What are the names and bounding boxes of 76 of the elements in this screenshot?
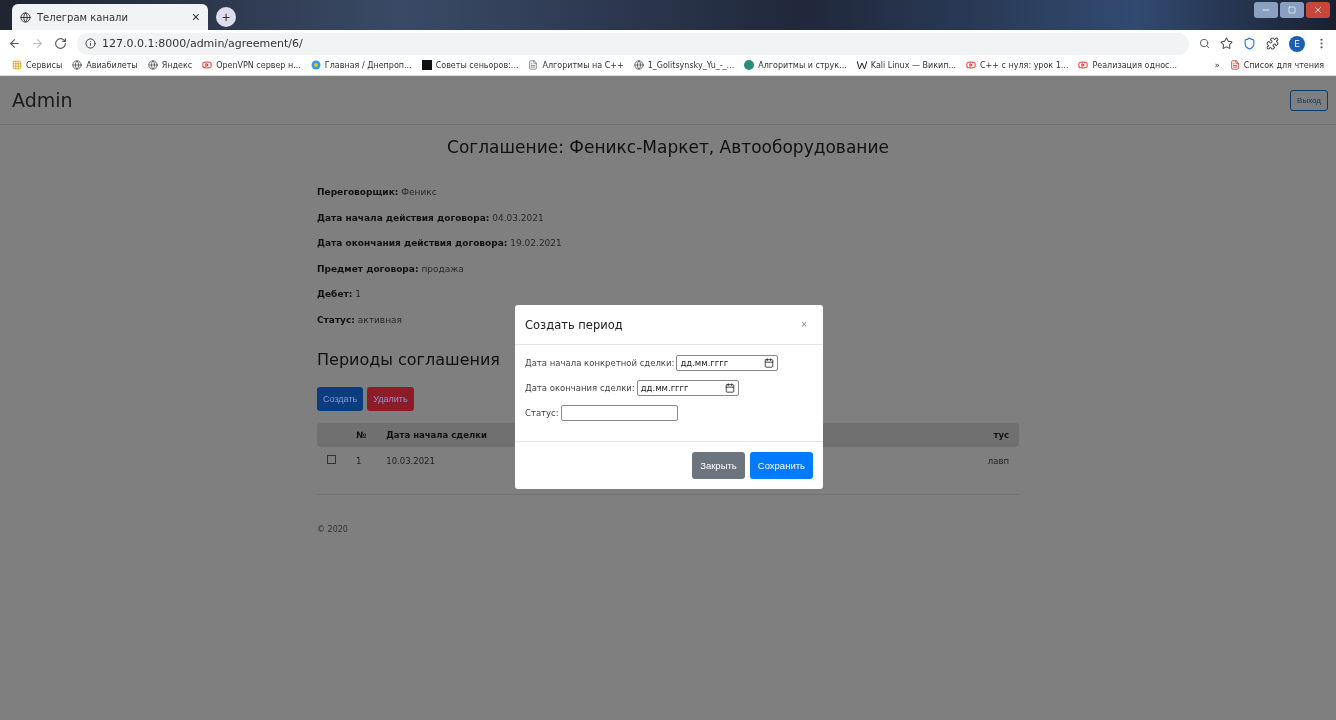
field-label: Статус: [525, 408, 559, 418]
back-icon[interactable] [8, 37, 21, 50]
globe-icon [147, 60, 158, 70]
extensions-icon[interactable] [1266, 37, 1279, 50]
profile-avatar[interactable]: E [1289, 35, 1305, 52]
create-button[interactable]: Создать [317, 387, 364, 411]
detail-line: Дата начала действия договора: 04.03.2021 [317, 212, 544, 223]
table-cell: 1 [356, 455, 362, 466]
bookmark[interactable]: C++ с нуля: урок 1... [980, 60, 1069, 70]
globe-icon [72, 60, 83, 70]
date-field[interactable]: дд.мм.гггг [636, 380, 739, 396]
calendar-icon[interactable] [764, 358, 775, 368]
section-title: Периоды соглашения [317, 350, 500, 369]
shield-icon[interactable] [1243, 37, 1256, 50]
reload-icon[interactable] [54, 37, 67, 50]
date-field[interactable]: дд.мм.гггг [676, 355, 779, 371]
more-bookmarks[interactable]: » [1214, 60, 1220, 70]
video-icon [1078, 60, 1089, 70]
maximize-icon [1288, 6, 1296, 14]
modal-title: Создать период [525, 317, 623, 332]
modal-close-button[interactable]: × [795, 318, 813, 331]
swirl-icon [310, 60, 321, 70]
brand[interactable]: Admin [12, 89, 73, 111]
footer-text: © 2020 [317, 525, 349, 534]
globe-icon [633, 60, 644, 70]
status-field[interactable] [560, 405, 678, 421]
bookmark[interactable]: 1_Golitsynsky_Yu_-_... [647, 60, 735, 70]
apps-icon [12, 60, 22, 70]
close-icon [1313, 5, 1323, 15]
info-icon [85, 38, 96, 49]
bookmark[interactable]: Алгоритмы на С++ [542, 60, 624, 70]
detail-line: Дебет: 1 [317, 289, 361, 299]
field-label: Дата начала конкретной сделки: [525, 358, 675, 368]
page-title: Соглашение: Феникс-Маркет, Автооборудование [446, 137, 890, 157]
bookmark[interactable]: OpenVPN сервер н... [216, 60, 301, 70]
detail-line: Статус: активная [317, 314, 402, 325]
wiki-icon [856, 60, 867, 70]
bookmark[interactable]: Kali Linux — Викип... [870, 60, 957, 70]
close-button[interactable] [1306, 2, 1330, 18]
field-label: Дата окончания сделки: [525, 383, 635, 393]
star-icon[interactable] [1220, 37, 1233, 50]
bookmark[interactable]: Главная / Днепроп... [324, 60, 412, 70]
zoom-icon[interactable] [1199, 37, 1210, 50]
video-icon [202, 60, 213, 70]
tab-title: Телеграм канали [37, 11, 129, 23]
new-tab-button[interactable]: + [216, 7, 236, 27]
bookmark[interactable]: Реализация однос... [1092, 60, 1178, 70]
maximize-button[interactable] [1280, 2, 1304, 18]
bookmark[interactable]: Советы сеньоров:... [435, 60, 519, 70]
reading-list-icon [1229, 60, 1240, 70]
tab-close-button[interactable]: × [191, 9, 200, 25]
bookmark[interactable]: Сервисы [26, 60, 63, 70]
detail-line: Дата окончания действия договора: 19.02.2021 [317, 238, 562, 248]
bookmark[interactable]: Яндекс [161, 60, 193, 70]
browser-tab[interactable]: Телеграм канали × [12, 4, 208, 30]
bookmark[interactable]: Авиабилеты [86, 60, 138, 70]
dot-icon [744, 60, 755, 70]
document-icon [528, 60, 539, 70]
table-cell: лавп [987, 455, 1009, 466]
globe-icon [20, 11, 31, 23]
detail-line: Переговорщик: Феникс [317, 187, 437, 197]
row-checkbox[interactable] [327, 455, 336, 464]
bookmark[interactable]: Алгоритмы и струк... [758, 60, 847, 70]
table-cell: 10.03.2021 [386, 455, 435, 466]
address-bar[interactable]: 127.0.0.1:8000/admin/agreement/6/ [77, 32, 1189, 55]
url-text: 127.0.0.1:8000/admin/agreement/6/ [102, 37, 303, 50]
calendar-icon[interactable] [724, 383, 735, 393]
video-icon [966, 60, 977, 70]
square-icon [421, 60, 432, 70]
column-header: тус [977, 423, 1019, 447]
close-dialog-button[interactable]: Закрыть [692, 452, 745, 479]
save-button[interactable]: Сохранить [749, 452, 813, 479]
column-header: № [346, 423, 377, 447]
detail-line: Предмет договора: продажа [317, 263, 464, 274]
minimize-button[interactable] [1254, 2, 1278, 18]
reading-list[interactable]: Список для чтения [1243, 60, 1324, 70]
